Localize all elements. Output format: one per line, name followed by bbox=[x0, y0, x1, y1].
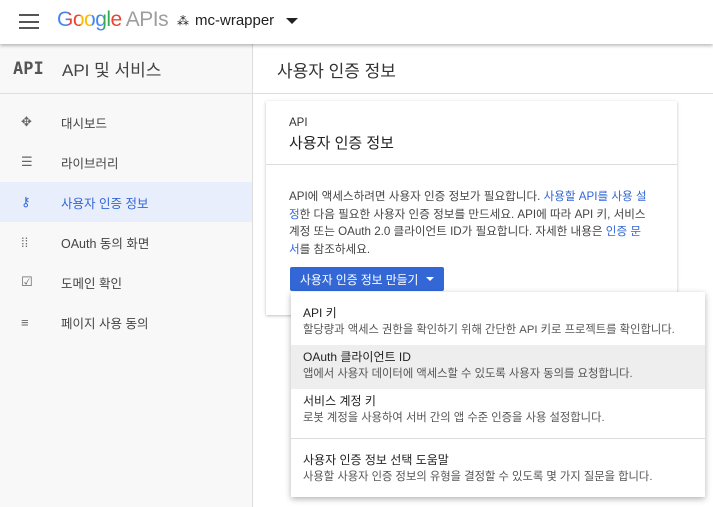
sidebar-item-page-usage-agreement[interactable]: ≡ 페이지 사용 동의 bbox=[0, 302, 252, 342]
desc-text: 를 참조하세요. bbox=[299, 242, 371, 256]
key-icon: ⚷ bbox=[21, 194, 31, 209]
sidebar-item-dashboard[interactable]: ✥ 대시보드 bbox=[0, 102, 252, 142]
checkbox-icon: ☑ bbox=[21, 274, 33, 289]
sidebar-item-label: OAuth 동의 화면 bbox=[61, 236, 150, 251]
divider bbox=[253, 93, 713, 94]
logo-google: Google bbox=[57, 8, 122, 31]
chevron-down-icon bbox=[286, 17, 299, 24]
logo-apis: APIs bbox=[125, 8, 169, 31]
menu-item-subtitle: 로봇 계정을 사용하여 서버 간의 앱 수준 인증을 사용 설정합니다. bbox=[303, 412, 605, 424]
menu-item-subtitle: 사용할 사용자 인증 정보의 유형을 결정할 수 있도록 몇 가지 질문을 합니… bbox=[303, 471, 653, 483]
desc-text: 한 다음 필요한 사용자 인증 정보를 만드세요. API에 따라 API 키,… bbox=[289, 207, 646, 239]
menu-item-title: 서비스 계정 키 bbox=[303, 394, 376, 408]
card-header: API 사용자 인증 정보 bbox=[266, 101, 677, 165]
project-name: mc-wrapper bbox=[195, 12, 275, 29]
card-description: API에 액세스하려면 사용자 인증 정보가 필요합니다. 사용할 API를 사… bbox=[289, 188, 649, 258]
card-eyebrow: API bbox=[289, 117, 308, 129]
project-selector[interactable]: ⁂ mc-wrapper bbox=[177, 12, 299, 29]
sidebar-title: API 및 서비스 bbox=[62, 61, 162, 80]
sidebar-item-label: 대시보드 bbox=[61, 116, 108, 131]
dashboard-icon: ✥ bbox=[21, 114, 32, 129]
api-icon: API bbox=[13, 58, 44, 79]
sidebar-item-domain-verification[interactable]: ☑ 도메인 확인 bbox=[0, 262, 252, 302]
menu-item-subtitle: 할당량과 액세스 권한을 확인하기 위해 간단한 API 키로 프로젝트를 확인… bbox=[303, 324, 675, 336]
sidebar-header: API API 및 서비스 bbox=[0, 44, 252, 94]
consent-icon: ⁞⁞ bbox=[21, 234, 29, 250]
sidebar-item-label: 도메인 확인 bbox=[61, 276, 122, 291]
button-label: 사용자 인증 정보 만들기 bbox=[300, 272, 419, 287]
sidebar: API API 및 서비스 ✥ 대시보드 ☰ 라이브러리 ⚷ 사용자 인증 정보 ⁞⁞ O… bbox=[0, 44, 253, 507]
menu-item-oauth-client-id[interactable]: OAuth 클라이언트 ID 앱에서 사용자 데이터에 액세스할 수 있도록 사용… bbox=[291, 345, 705, 389]
desc-text: API에 액세스하려면 사용자 인증 정보가 필요합니다. bbox=[289, 190, 544, 203]
create-credentials-button[interactable]: 사용자 인증 정보 만들기 bbox=[290, 267, 445, 291]
menu-item-subtitle: 앱에서 사용자 데이터에 액세스할 수 있도록 사용자 동의를 요청합니다. bbox=[303, 368, 633, 380]
menu-item-service-account-key[interactable]: 서비스 계정 키로봇 계정을 사용하여 서버 간의 앱 수준 인증을 사용 설정… bbox=[291, 389, 705, 431]
card-title: 사용자 인증 정보 bbox=[289, 135, 394, 152]
top-bar: Google APIs ⁂ mc-wrapper bbox=[0, 0, 713, 44]
sidebar-item-label: 페이지 사용 동의 bbox=[61, 316, 149, 331]
credentials-card: API 사용자 인증 정보 API에 액세스하려면 사용자 인증 정보가 필요합… bbox=[266, 101, 677, 315]
menu-item-title: API 키 bbox=[303, 306, 337, 320]
menu-divider bbox=[291, 438, 705, 439]
sidebar-item-label: 사용자 인증 정보 bbox=[61, 196, 149, 211]
menu-item-title: 사용자 인증 정보 선택 도움말 bbox=[303, 453, 449, 467]
hamburger-menu-icon[interactable] bbox=[19, 14, 39, 29]
settings-list-icon: ≡ bbox=[21, 314, 29, 330]
library-icon: ☰ bbox=[21, 154, 33, 169]
sidebar-item-credentials[interactable]: ⚷ 사용자 인증 정보 bbox=[0, 182, 252, 222]
caret-down-icon bbox=[426, 277, 435, 281]
sidebar-item-library[interactable]: ☰ 라이브러리 bbox=[0, 142, 252, 182]
project-icon: ⁂ bbox=[177, 13, 189, 28]
page-title: 사용자 인증 정보 bbox=[277, 62, 396, 81]
create-credentials-menu: API 키할당량과 액세스 권한을 확인하기 위해 간단한 API 키로 프로젝… bbox=[291, 292, 705, 497]
sidebar-item-oauth-consent[interactable]: ⁞⁞ OAuth 동의 화면 bbox=[0, 222, 252, 262]
sidebar-item-label: 라이브러리 bbox=[61, 156, 119, 171]
menu-item-api-key[interactable]: API 키할당량과 액세스 권한을 확인하기 위해 간단한 API 키로 프로젝… bbox=[291, 301, 705, 343]
menu-item-title: OAuth 클라이언트 ID bbox=[303, 350, 411, 364]
menu-item-help-me-choose[interactable]: 사용자 인증 정보 선택 도움말사용할 사용자 인증 정보의 유형을 결정할 수… bbox=[291, 448, 705, 490]
google-apis-logo[interactable]: Google APIs bbox=[57, 8, 169, 32]
